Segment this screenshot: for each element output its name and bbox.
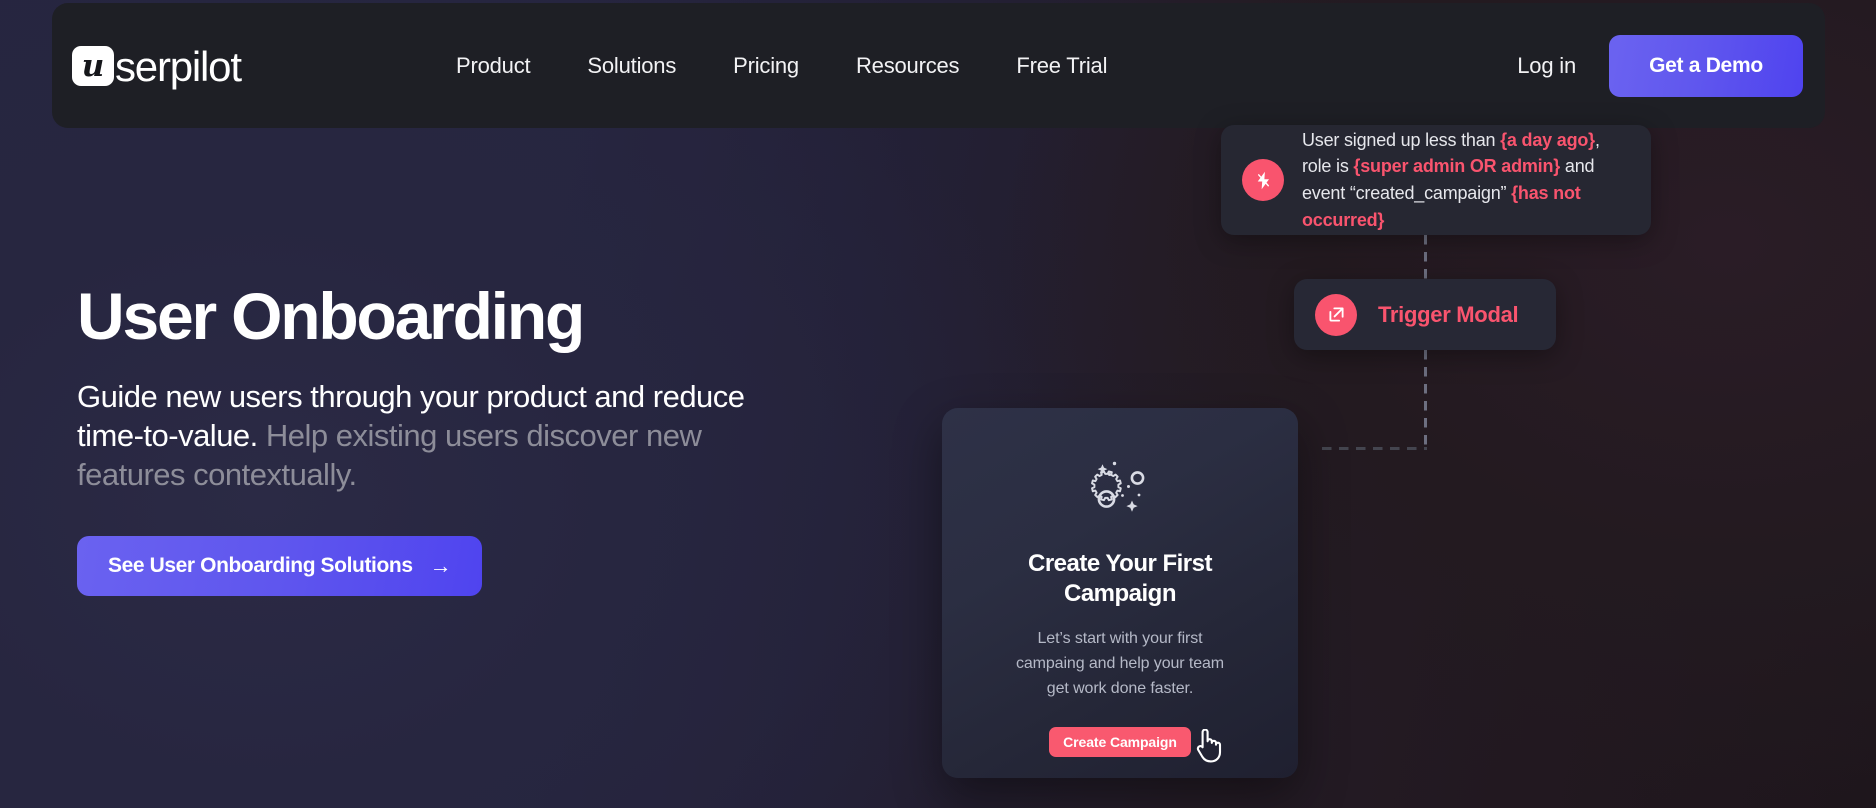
- hero-subtitle: Guide new users through your product and…: [77, 377, 797, 494]
- nav-item-free-trial[interactable]: Free Trial: [1016, 53, 1107, 79]
- nav-item-solutions[interactable]: Solutions: [587, 53, 676, 79]
- condition-token-role: {super admin OR admin}: [1353, 156, 1561, 177]
- condition-segment-0: User signed up less than: [1302, 129, 1501, 150]
- see-user-onboarding-solutions-button[interactable]: See User Onboarding Solutions →: [77, 536, 483, 597]
- top-navigation-bar: u serpilot Product Solutions Pricing Res…: [52, 3, 1825, 128]
- arrow-right-icon: →: [429, 553, 452, 579]
- cta-label: See User Onboarding Solutions: [108, 554, 413, 578]
- condition-text: User signed up less than {a day ago}, ro…: [1302, 127, 1629, 234]
- primary-nav-links: Product Solutions Pricing Resources Free…: [456, 53, 1107, 79]
- brand-mark-letter: u: [81, 48, 105, 84]
- nav-item-resources[interactable]: Resources: [856, 53, 960, 79]
- create-campaign-button[interactable]: Create Campaign: [1049, 727, 1191, 758]
- campaign-modal-preview: Create Your First Campaign Let’s start w…: [942, 408, 1298, 778]
- lightning-bolt-icon: [1242, 159, 1284, 201]
- modal-body-text: Let’s start with your first campaing and…: [1015, 630, 1225, 698]
- modal-cta-row: Create Campaign: [1049, 727, 1221, 763]
- pointing-hand-cursor-icon: [1193, 728, 1223, 768]
- nav-actions: Log in Get a Demo: [1517, 34, 1803, 97]
- modal-title: Create Your First Campaign: [1027, 550, 1213, 608]
- get-a-demo-button[interactable]: Get a Demo: [1609, 34, 1803, 97]
- trigger-modal-node[interactable]: Trigger Modal: [1294, 279, 1556, 350]
- page-title: User Onboarding: [77, 279, 585, 353]
- brand-wordmark: serpilot: [115, 42, 242, 90]
- login-link[interactable]: Log in: [1517, 53, 1576, 79]
- hero-section: User Onboarding Guide new users through …: [77, 279, 797, 597]
- nav-item-product[interactable]: Product: [456, 53, 531, 79]
- connector-trigger-to-modal-vertical: [1424, 350, 1427, 450]
- condition-token-day-ago: {a day ago}: [1500, 129, 1595, 150]
- external-link-icon: [1315, 293, 1357, 336]
- condition-node-card[interactable]: User signed up less than {a day ago}, ro…: [1221, 125, 1651, 235]
- connector-trigger-to-modal-horizontal: [1322, 447, 1427, 450]
- brand-logo[interactable]: u serpilot: [72, 45, 372, 87]
- userpilot-logo-mark-icon: u: [72, 45, 114, 86]
- nav-item-pricing[interactable]: Pricing: [733, 53, 799, 79]
- connector-condition-to-trigger: [1424, 235, 1427, 281]
- gears-sparkle-icon: [1082, 450, 1158, 531]
- trigger-modal-label: Trigger Modal: [1378, 301, 1519, 327]
